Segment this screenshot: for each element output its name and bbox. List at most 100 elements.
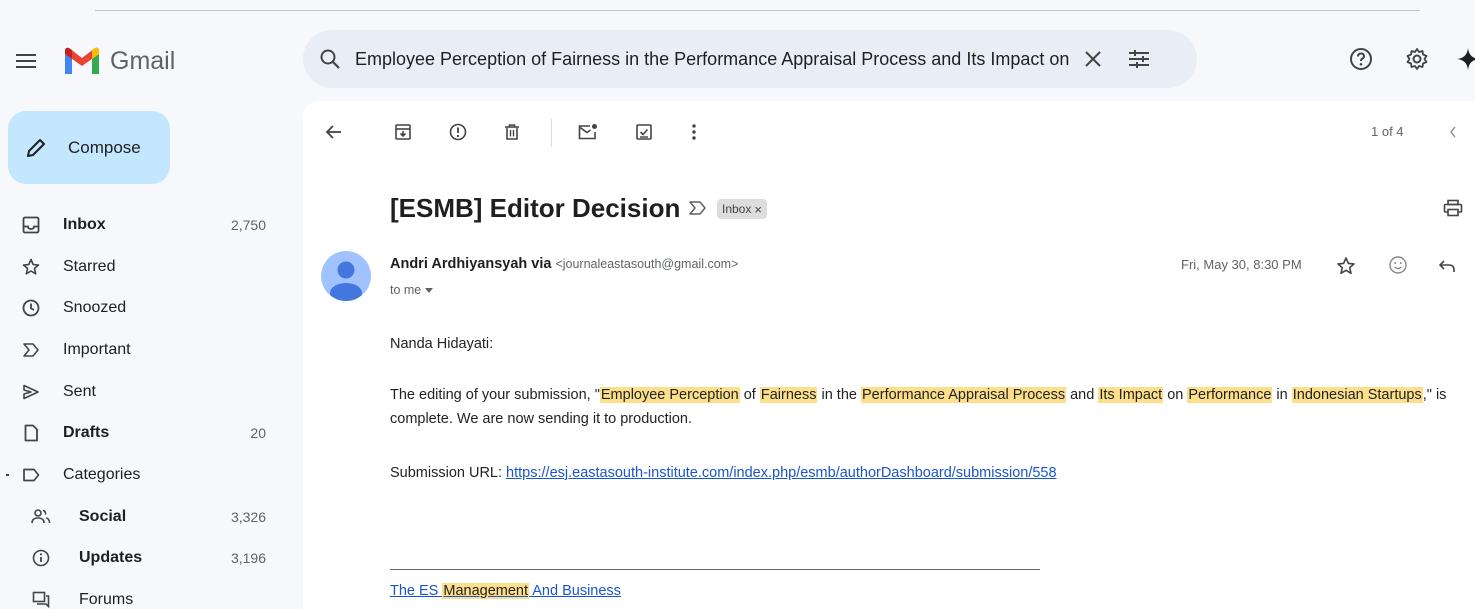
support-button[interactable]	[1346, 44, 1376, 74]
chevron-left-icon	[1450, 126, 1456, 138]
forum-icon	[30, 589, 52, 609]
expand-marker	[6, 474, 9, 477]
search-highlight: Management	[442, 583, 530, 599]
submission-url-line: Submission URL: https://esj.eastasouth-i…	[390, 461, 1057, 485]
gmail-logo[interactable]: Gmail	[62, 44, 175, 78]
sidebar-item-forums[interactable]: Forums	[0, 579, 286, 609]
sidebar-item-sent[interactable]: Sent	[0, 371, 286, 413]
sidebar-item-label: Updates	[79, 549, 143, 567]
draft-count: 20	[250, 425, 266, 442]
settings-button[interactable]	[1402, 44, 1432, 74]
label-name: Inbox	[722, 202, 752, 216]
email-date: Fri, May 30, 8:30 PM	[1181, 257, 1302, 272]
sidebar-item-drafts[interactable]: Drafts 20	[0, 412, 286, 454]
people-icon	[30, 506, 52, 528]
text-segment: on	[1163, 387, 1188, 403]
search-highlight: Employee Perception	[599, 387, 740, 403]
url-label: Submission URL:	[390, 465, 507, 481]
search-highlight: Fairness	[759, 387, 818, 403]
pagination-count: 1 of 4	[1371, 124, 1404, 139]
sender-name[interactable]: Andri Ardhiyansyah via	[390, 256, 551, 272]
text-segment: And Business	[529, 583, 621, 599]
reply-icon	[1438, 260, 1455, 272]
sidebar-item-label: Categories	[63, 465, 141, 483]
social-count: 3,326	[230, 508, 266, 525]
submission-link[interactable]: https://esj.eastasouth-institute.com/ind…	[506, 465, 1057, 481]
text-segment: in	[1272, 387, 1292, 403]
compose-label: Compose	[68, 137, 141, 157]
person-icon	[330, 261, 362, 301]
sidebar-item-label: Drafts	[63, 424, 110, 442]
report-spam-button[interactable]	[447, 121, 469, 143]
compose-button[interactable]: Compose	[8, 111, 170, 184]
sender-email: <journaleastasouth@gmail.com>	[555, 257, 739, 271]
delete-button[interactable]	[501, 121, 523, 143]
search-input[interactable]	[355, 48, 1071, 70]
remove-label-button[interactable]: ×	[754, 202, 762, 217]
add-reaction-button[interactable]	[1387, 254, 1409, 276]
email-subject: [ESMB] Editor Decision	[390, 193, 681, 223]
journal-link[interactable]: The ES Management And Business	[390, 583, 621, 599]
more-options-button[interactable]	[683, 121, 705, 143]
top-divider	[95, 10, 1420, 11]
sidebar-item-label: Social	[79, 507, 127, 525]
message-view: 1 of 4 [ESMB] Editor Decision Inbox × An…	[303, 101, 1475, 609]
main-menu-button[interactable]	[10, 44, 44, 78]
star-icon	[1337, 257, 1355, 275]
label-icon	[20, 464, 42, 486]
sidebar-item-starred[interactable]: Starred	[0, 246, 286, 288]
inbox-icon	[20, 214, 42, 236]
sidebar-item-updates[interactable]: Updates 3,196	[0, 538, 286, 580]
star-icon	[20, 256, 42, 278]
gmail-m-icon	[65, 47, 99, 74]
back-button[interactable]	[323, 121, 345, 143]
sidebar-nav: Inbox 2,750 Starred Snoozed Important Se…	[0, 204, 286, 609]
recipient-details-toggle[interactable]: to me	[390, 283, 434, 297]
search-highlight: Indonesian Startups	[1291, 387, 1423, 403]
recipient-text: to me	[390, 283, 422, 297]
text-segment: of	[739, 387, 760, 403]
sidebar-item-label: Sent	[63, 382, 96, 400]
emoji-icon	[1389, 256, 1407, 274]
hamburger-icon	[16, 54, 36, 68]
report-icon	[449, 123, 467, 141]
updates-count: 3,196	[230, 550, 266, 567]
tune-icon	[1129, 50, 1149, 68]
clock-icon	[20, 297, 42, 319]
importance-marker[interactable]	[686, 196, 710, 220]
sidebar-item-important[interactable]: Important	[0, 329, 286, 371]
newer-message-button[interactable]	[1443, 122, 1463, 142]
archive-button[interactable]	[392, 121, 414, 143]
sidebar-item-social[interactable]: Social 3,326	[0, 496, 286, 538]
sidebar-item-snoozed[interactable]: Snoozed	[0, 287, 286, 329]
sidebar-item-inbox[interactable]: Inbox 2,750	[0, 204, 286, 246]
search-highlight: Performance Appraisal Process	[861, 387, 1067, 403]
sender-avatar[interactable]	[321, 251, 371, 301]
signature-line: The ES Management And Business	[390, 579, 621, 603]
add-to-tasks-button[interactable]	[633, 121, 655, 143]
toolbar-divider	[551, 119, 552, 147]
search-options-button[interactable]	[1123, 43, 1155, 75]
reply-button[interactable]	[1436, 255, 1458, 277]
gemini-button[interactable]	[1455, 46, 1475, 72]
draft-icon	[20, 422, 42, 444]
sidebar-item-label: Forums	[79, 591, 134, 609]
email-paragraph: The editing of your submission, "Employe…	[390, 383, 1475, 431]
clear-search-button[interactable]	[1077, 43, 1109, 75]
sender-line: Andri Ardhiyansyah via <journaleastasouth…	[390, 256, 738, 272]
star-button[interactable]	[1335, 255, 1357, 277]
important-icon	[20, 339, 42, 361]
app-name: Gmail	[110, 46, 176, 75]
inbox-label-chip: Inbox ×	[717, 199, 767, 219]
help-icon	[1350, 48, 1372, 70]
search-bar	[303, 30, 1197, 88]
more-vert-icon	[692, 124, 696, 140]
text-segment: in the	[817, 387, 861, 403]
search-highlight: Performance	[1187, 387, 1273, 403]
sidebar-item-label: Important	[63, 340, 131, 358]
mark-unread-button[interactable]	[577, 121, 599, 143]
print-button[interactable]	[1442, 197, 1464, 219]
close-icon	[1085, 51, 1101, 67]
search-icon[interactable]	[317, 46, 343, 72]
sidebar-item-categories[interactable]: Categories	[0, 454, 286, 496]
